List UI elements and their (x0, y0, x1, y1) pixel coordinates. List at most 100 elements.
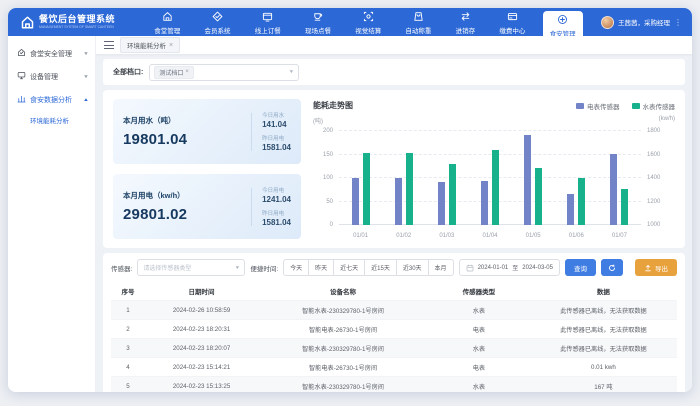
nav-item-7[interactable]: 进销存 (449, 8, 483, 36)
right-axis-tick: 1400 (647, 175, 660, 181)
sidebar-subitem[interactable]: 环境能耗分析 (8, 111, 95, 129)
nav-item-8[interactable]: 缴费中心 (492, 8, 532, 36)
bar-group-01/01 (339, 131, 382, 225)
bar-水表传感器-01/01 (363, 153, 370, 225)
nav-item-4[interactable]: 现场点餐 (298, 8, 338, 36)
bar-电表传感器-01/03 (438, 182, 445, 225)
quick-date-button[interactable]: 今天 (283, 259, 309, 276)
stall-tag-close-icon[interactable]: × (185, 69, 189, 75)
stat-sub-label: 昨日用电 (262, 209, 291, 217)
left-axis-tick: 50 (326, 199, 333, 205)
date-from[interactable]: 2024-01-01 (478, 265, 509, 271)
right-axis-tick: 1800 (647, 128, 660, 134)
bar-电表传感器-01/02 (395, 178, 402, 225)
tab-env-energy[interactable]: 环境能耗分析 × (120, 37, 180, 53)
bar-电表传感器-01/07 (610, 154, 617, 225)
more-options-icon[interactable]: ⋮ (674, 18, 682, 27)
app-logo: 餐饮后台管理系统 MANAGEMENT SYSTEM OF SMART CANT… (8, 8, 137, 36)
stat-value: 29801.02 (123, 206, 241, 223)
date-to[interactable]: 2024-03-05 (522, 265, 553, 271)
sidebar-item-3[interactable]: 食安数据分析▲ (8, 88, 95, 111)
export-button[interactable]: 导出 (635, 259, 677, 276)
quick-date-button[interactable]: 近30天 (397, 259, 429, 276)
chevron-down-icon: ▼ (288, 70, 294, 75)
inventory-icon (460, 11, 471, 24)
legend-item[interactable]: 水表传感器 (632, 101, 676, 111)
device-icon (17, 71, 26, 82)
onsite-order-icon (312, 11, 323, 24)
quick-date-buttons: 今天昨天近七天近15天近30天本月 (283, 259, 453, 276)
sidebar-item-label: 设备管理 (30, 72, 79, 82)
canteen-safety-icon (17, 48, 26, 59)
chevron-down-icon: ▼ (83, 51, 89, 56)
food-safety-icon (557, 14, 568, 27)
right-axis-unit: (kw/h) (659, 116, 675, 122)
quick-date-button[interactable]: 近15天 (365, 259, 397, 276)
legend-label: 电表传感器 (587, 101, 620, 111)
quick-date-button[interactable]: 本月 (429, 259, 454, 276)
stall-tag-label: 测试档口 (159, 68, 183, 77)
table-body: 12024-02-26 10:58:59智能水表-230329780-1号房间水… (111, 301, 677, 393)
app-title: 餐饮后台管理系统 (39, 15, 127, 24)
nav-item-5[interactable]: 视觉结算 (348, 8, 388, 36)
table-row: 42024-02-23 15:14:21智能电表-26730-1号房间电表0.0… (111, 358, 677, 377)
bar-水表传感器-01/03 (449, 164, 456, 225)
user-menu[interactable]: 王茜茜，采购经理 ⋮ (593, 8, 692, 36)
table-cell: 此传感器已离线，无法获取数据 (530, 320, 677, 339)
nav-item-6[interactable]: 自动称重 (398, 8, 438, 36)
nav-item-2[interactable]: 会员系统 (197, 8, 237, 36)
stat-sub-label: 今日用水 (262, 111, 291, 119)
table-cell: 5 (111, 377, 145, 393)
table-filter-row: 传感器: 请选择传感器类型 ▼ 便捷时间: 今天昨天近七天近15天近30天本月 … (111, 259, 677, 276)
nav-item-9[interactable]: 食安管理 (543, 11, 583, 36)
nav-item-label: 视觉结算 (355, 25, 381, 35)
stat-cards: 本月用水（吨）19801.04今日用水141.04昨日用电1581.04本月用电… (113, 99, 301, 239)
records-panel: 传感器: 请选择传感器类型 ▼ 便捷时间: 今天昨天近七天近15天近30天本月 … (103, 253, 685, 392)
nav-item-label: 自动称重 (405, 25, 431, 35)
table-cell: 水表 (428, 301, 530, 320)
nav-item-3[interactable]: 线上订餐 (248, 8, 288, 36)
bar-电表传感器-01/04 (481, 181, 488, 225)
stall-select[interactable]: 测试档口 × ▼ (149, 64, 299, 81)
sidebar-item-1[interactable]: 食堂安全管理 ▼ (8, 42, 95, 65)
table-cell: 167 吨 (530, 377, 677, 393)
sidebar-item-label: 食堂安全管理 (30, 49, 79, 59)
x-axis-label: 01/05 (512, 233, 555, 239)
date-range-picker[interactable]: 2024-01-01 至 2024-03-05 (459, 259, 560, 276)
avatar[interactable] (601, 16, 614, 29)
left-axis-tick: 0 (330, 222, 333, 228)
table-header-cell: 数据 (530, 282, 677, 301)
refresh-button[interactable] (601, 259, 623, 276)
sensor-type-select[interactable]: 请选择传感器类型 ▼ (137, 259, 245, 276)
sidebar-item-2[interactable]: 设备管理▼ (8, 65, 95, 88)
right-axis-tick: 1200 (647, 199, 660, 205)
stall-filter-label: 全部档口: (113, 67, 143, 77)
quick-date-button[interactable]: 近七天 (334, 259, 365, 276)
stat-value: 19801.04 (123, 131, 241, 148)
chevron-down-icon: ▼ (234, 265, 240, 270)
analysis-icon (17, 94, 26, 105)
quick-date-button[interactable]: 昨天 (309, 259, 334, 276)
chart-plot: 01000501200100140015016002001800 (339, 131, 641, 225)
search-button-label: 查询 (574, 263, 587, 273)
online-order-icon (262, 11, 273, 24)
stat-title: 本月用电（kw/h） (123, 190, 241, 201)
bar-电表传感器-01/01 (352, 178, 359, 225)
date-separator: 至 (512, 263, 518, 272)
top-navbar: 餐饮后台管理系统 MANAGEMENT SYSTEM OF SMART CANT… (8, 8, 692, 36)
nav-item-label: 进销存 (456, 25, 476, 35)
table-header-cell: 日期时间 (145, 282, 258, 301)
search-button[interactable]: 查询 (565, 259, 596, 276)
legend-item[interactable]: 电表传感器 (576, 101, 620, 111)
nav-item-1[interactable]: 食堂管理 (147, 8, 187, 36)
canteen-icon (162, 11, 173, 24)
left-axis-unit: (吨) (313, 116, 323, 125)
bar-电表传感器-01/06 (567, 194, 574, 225)
refresh-icon (608, 264, 616, 272)
export-icon (644, 264, 652, 272)
collapse-menu-icon[interactable] (104, 41, 114, 49)
sidebar: 食堂安全管理 ▼ 设备管理▼食安数据分析▲环境能耗分析 (8, 36, 96, 392)
table-header-cell: 传感器类型 (428, 282, 530, 301)
overview-panel: 本月用水（吨）19801.04今日用水141.04昨日用电1581.04本月用电… (103, 90, 685, 248)
tab-close-icon[interactable]: × (169, 42, 173, 49)
